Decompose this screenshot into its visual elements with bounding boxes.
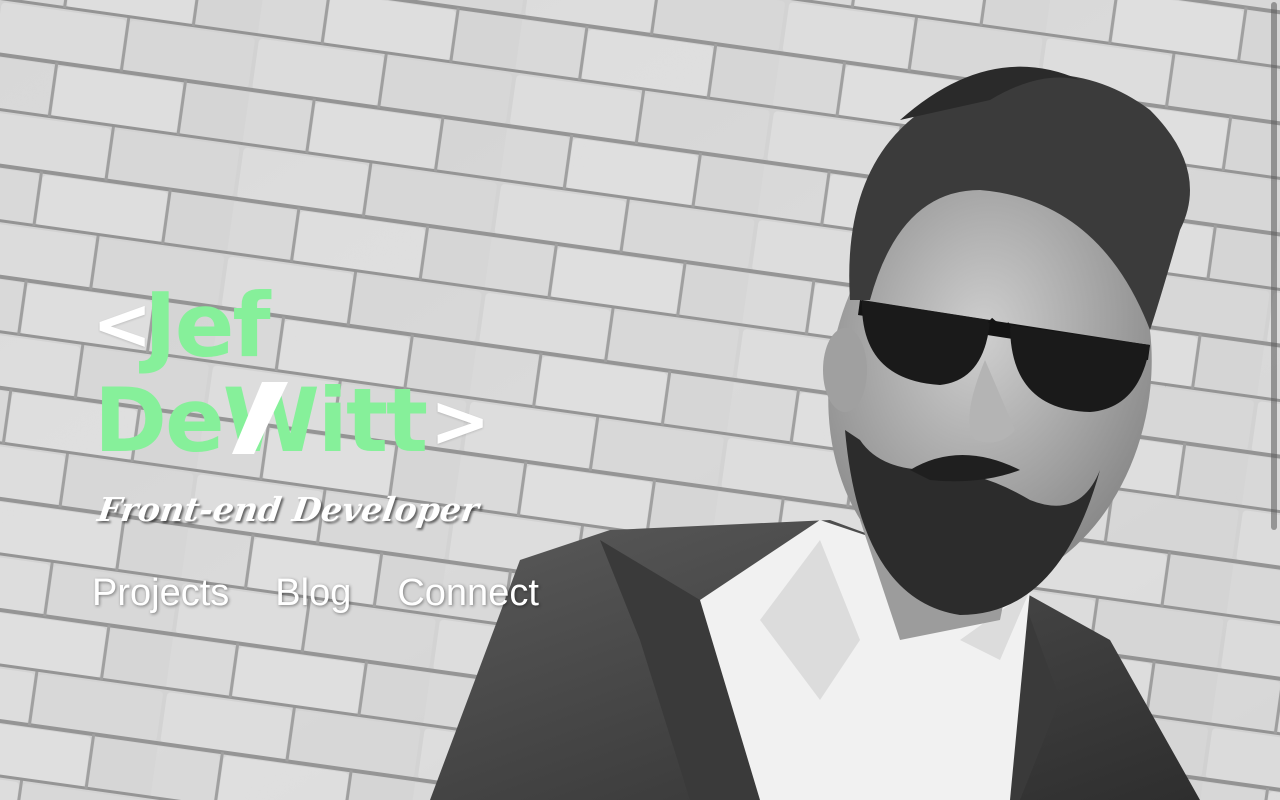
vertical-scrollbar[interactable] — [1268, 0, 1280, 800]
logo-close-bracket: > — [430, 379, 491, 463]
scrollbar-thumb[interactable] — [1271, 2, 1277, 530]
logo-slash-icon — [232, 382, 288, 454]
site-logo[interactable]: < Jef DeWitt > — [92, 282, 512, 467]
nav-link-projects[interactable]: Projects — [92, 572, 229, 615]
hero-section: < Jef DeWitt > Front-end Developer Proje… — [0, 0, 1280, 800]
main-nav: Projects Blog Connect — [92, 572, 539, 615]
tagline: Front-end Developer — [95, 490, 482, 529]
logo-first-name: Jef — [144, 274, 271, 377]
nav-link-connect[interactable]: Connect — [397, 572, 539, 615]
nav-link-blog[interactable]: Blog — [275, 572, 351, 615]
